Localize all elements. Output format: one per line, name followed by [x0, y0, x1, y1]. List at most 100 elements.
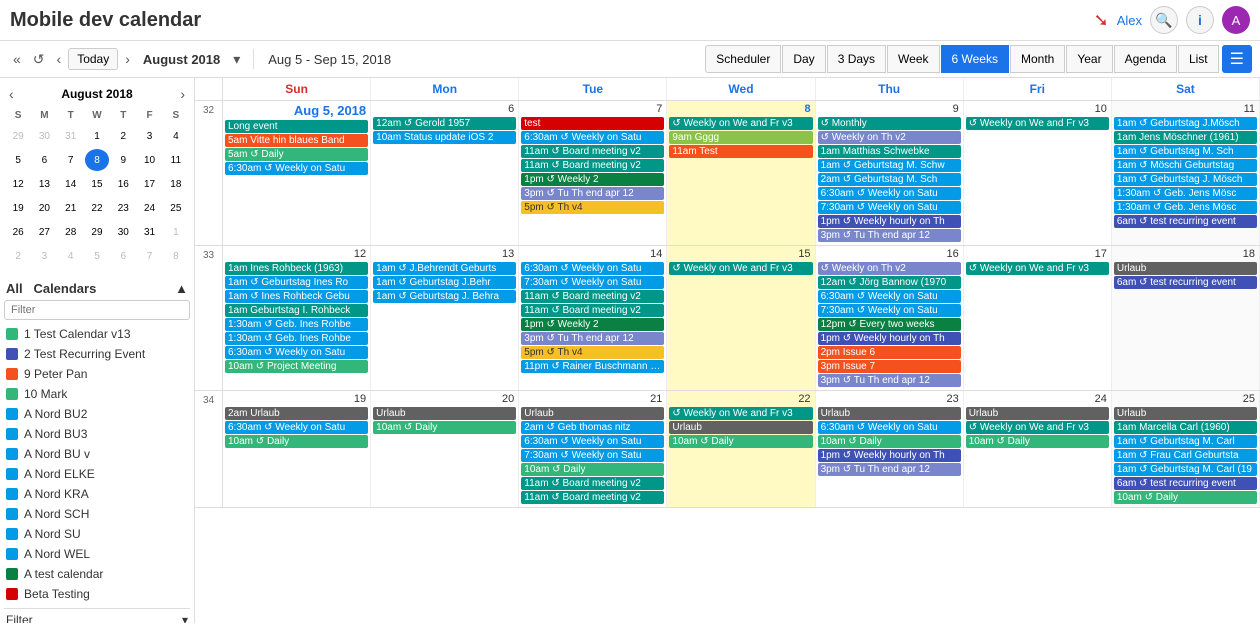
- today-btn[interactable]: Today: [68, 48, 118, 70]
- event[interactable]: 7:30am ↺ Weekly on Satu: [818, 201, 961, 214]
- mini-day[interactable]: 5: [6, 149, 30, 171]
- event[interactable]: 3pm ↺ Tu Th end apr 12: [818, 463, 961, 476]
- mini-day[interactable]: 26: [6, 221, 30, 243]
- event[interactable]: 6am ↺ test recurring event: [1114, 477, 1257, 490]
- calendar-item[interactable]: A Nord BU v: [4, 444, 190, 464]
- view-scheduler-btn[interactable]: Scheduler: [705, 45, 781, 73]
- event[interactable]: 5pm ↺ Th v4: [521, 346, 664, 359]
- mini-day[interactable]: 3: [137, 125, 161, 147]
- event[interactable]: 6:30am ↺ Weekly on Satu: [225, 346, 368, 359]
- event[interactable]: 6:30am ↺ Weekly on Satu: [225, 162, 368, 175]
- mini-day-today[interactable]: 8: [85, 149, 109, 171]
- event[interactable]: 2pm Issue 6: [818, 346, 961, 359]
- event[interactable]: 1am ↺ Geburtstag J.Mösch: [1114, 117, 1257, 130]
- event[interactable]: Urlaub: [818, 407, 961, 420]
- calendar-item[interactable]: 1 Test Calendar v13: [4, 324, 190, 344]
- event[interactable]: Urlaub: [1114, 262, 1257, 275]
- calendar-item[interactable]: A Nord KRA: [4, 484, 190, 504]
- event[interactable]: 11am ↺ Board meeting v2: [521, 159, 664, 172]
- mini-day[interactable]: 27: [32, 221, 56, 243]
- event[interactable]: 10am ↺ Daily: [225, 435, 368, 448]
- event[interactable]: Urlaub: [669, 421, 812, 434]
- calendar-item[interactable]: Beta Testing: [4, 584, 190, 604]
- event[interactable]: ↺ Weekly on We and Fr v3: [966, 421, 1109, 434]
- mini-day[interactable]: 19: [6, 197, 30, 219]
- event[interactable]: 11am Test: [669, 145, 812, 158]
- view-month-btn[interactable]: Month: [1010, 45, 1065, 73]
- event[interactable]: 1pm ↺ Weekly hourly on Th: [818, 332, 961, 345]
- event[interactable]: 1pm ↺ Weekly hourly on Th: [818, 449, 961, 462]
- mini-day[interactable]: 14: [59, 173, 83, 195]
- calendar-item[interactable]: 2 Test Recurring Event: [4, 344, 190, 364]
- event[interactable]: 10am ↺ Daily: [373, 421, 516, 434]
- mini-day[interactable]: 1: [164, 221, 188, 243]
- calendar-item[interactable]: 9 Peter Pan: [4, 364, 190, 384]
- event[interactable]: 2am ↺ Geb thomas nitz: [521, 421, 664, 434]
- event[interactable]: 1am Ines Rohbeck (1963): [225, 262, 368, 275]
- mini-day[interactable]: 5: [85, 245, 109, 267]
- event[interactable]: 1am ↺ Frau Carl Geburtsta: [1114, 449, 1257, 462]
- event[interactable]: 5am Vitte hin blaues Band: [225, 134, 368, 147]
- event[interactable]: 6:30am ↺ Weekly on Satu: [521, 435, 664, 448]
- user-avatar[interactable]: A: [1222, 6, 1250, 34]
- event[interactable]: ↺ Weekly on We and Fr v3: [669, 117, 812, 130]
- event[interactable]: 1am Jens Möschner (1961): [1114, 131, 1257, 144]
- mini-day[interactable]: 8: [164, 245, 188, 267]
- mini-prev-btn[interactable]: ‹: [4, 84, 19, 104]
- view-day-btn[interactable]: Day: [782, 45, 825, 73]
- mini-day[interactable]: 28: [59, 221, 83, 243]
- calendar-item[interactable]: A Nord WEL: [4, 544, 190, 564]
- event[interactable]: 5am ↺ Daily: [225, 148, 368, 161]
- event[interactable]: 7:30am ↺ Weekly on Satu: [521, 449, 664, 462]
- event[interactable]: 1am Marcella Carl (1960): [1114, 421, 1257, 434]
- mini-day[interactable]: 20: [32, 197, 56, 219]
- mini-day[interactable]: 23: [111, 197, 135, 219]
- event[interactable]: 1am ↺ Ines Rohbeck Gebu: [225, 290, 368, 303]
- prev-prev-month-btn[interactable]: «: [8, 49, 26, 69]
- event[interactable]: Urlaub: [1114, 407, 1257, 420]
- view-6weeks-btn[interactable]: 6 Weeks: [941, 45, 1009, 73]
- view-week-btn[interactable]: Week: [887, 45, 939, 73]
- event[interactable]: 6:30am ↺ Weekly on Satu: [818, 290, 961, 303]
- event[interactable]: 10am ↺ Daily: [966, 435, 1109, 448]
- mini-day[interactable]: 16: [111, 173, 135, 195]
- refresh-btn[interactable]: ↺: [28, 49, 50, 70]
- mini-day[interactable]: 24: [137, 197, 161, 219]
- mini-next-btn[interactable]: ›: [175, 84, 190, 104]
- calendar-item[interactable]: A test calendar: [4, 564, 190, 584]
- mini-day[interactable]: 31: [59, 125, 83, 147]
- mini-day[interactable]: 30: [32, 125, 56, 147]
- event[interactable]: Urlaub: [521, 407, 664, 420]
- event[interactable]: 6:30am ↺ Weekly on Satu: [521, 262, 664, 275]
- event[interactable]: 6am ↺ test recurring event: [1114, 276, 1257, 289]
- mini-day[interactable]: 15: [85, 173, 109, 195]
- mini-day[interactable]: 31: [137, 221, 161, 243]
- event[interactable]: 10am ↺ Daily: [669, 435, 812, 448]
- view-year-btn[interactable]: Year: [1066, 45, 1112, 73]
- calendar-item[interactable]: A Nord SU: [4, 524, 190, 544]
- expand-btn[interactable]: ▾: [228, 49, 245, 70]
- mini-day[interactable]: 21: [59, 197, 83, 219]
- event[interactable]: 1pm ↺ Weekly 2: [521, 173, 664, 186]
- event[interactable]: 10am ↺ Daily: [521, 463, 664, 476]
- mini-day[interactable]: 2: [111, 125, 135, 147]
- view-agenda-btn[interactable]: Agenda: [1114, 45, 1177, 73]
- mini-day[interactable]: 2: [6, 245, 30, 267]
- mini-day[interactable]: 10: [137, 149, 161, 171]
- event[interactable]: ↺ Monthly: [818, 117, 961, 130]
- mini-day[interactable]: 7: [59, 149, 83, 171]
- event[interactable]: 1am ↺ Geburtstag J. Behra: [373, 290, 516, 303]
- event[interactable]: 3pm ↺ Tu Th end apr 12: [521, 332, 664, 345]
- mini-day[interactable]: 4: [59, 245, 83, 267]
- mini-day[interactable]: 30: [111, 221, 135, 243]
- event[interactable]: 3pm ↺ Tu Th end apr 12: [818, 229, 961, 242]
- calendar-item[interactable]: A Nord BU3: [4, 424, 190, 444]
- next-month-btn[interactable]: ›: [120, 49, 135, 69]
- event[interactable]: Urlaub: [373, 407, 516, 420]
- event[interactable]: ↺ Weekly on We and Fr v3: [966, 117, 1109, 130]
- mini-day[interactable]: 7: [137, 245, 161, 267]
- mini-day[interactable]: 3: [32, 245, 56, 267]
- event[interactable]: 6:30am ↺ Weekly on Satu: [521, 131, 664, 144]
- calendar-item[interactable]: A Nord SCH: [4, 504, 190, 524]
- event[interactable]: ↺ Weekly on Th v2: [818, 262, 961, 275]
